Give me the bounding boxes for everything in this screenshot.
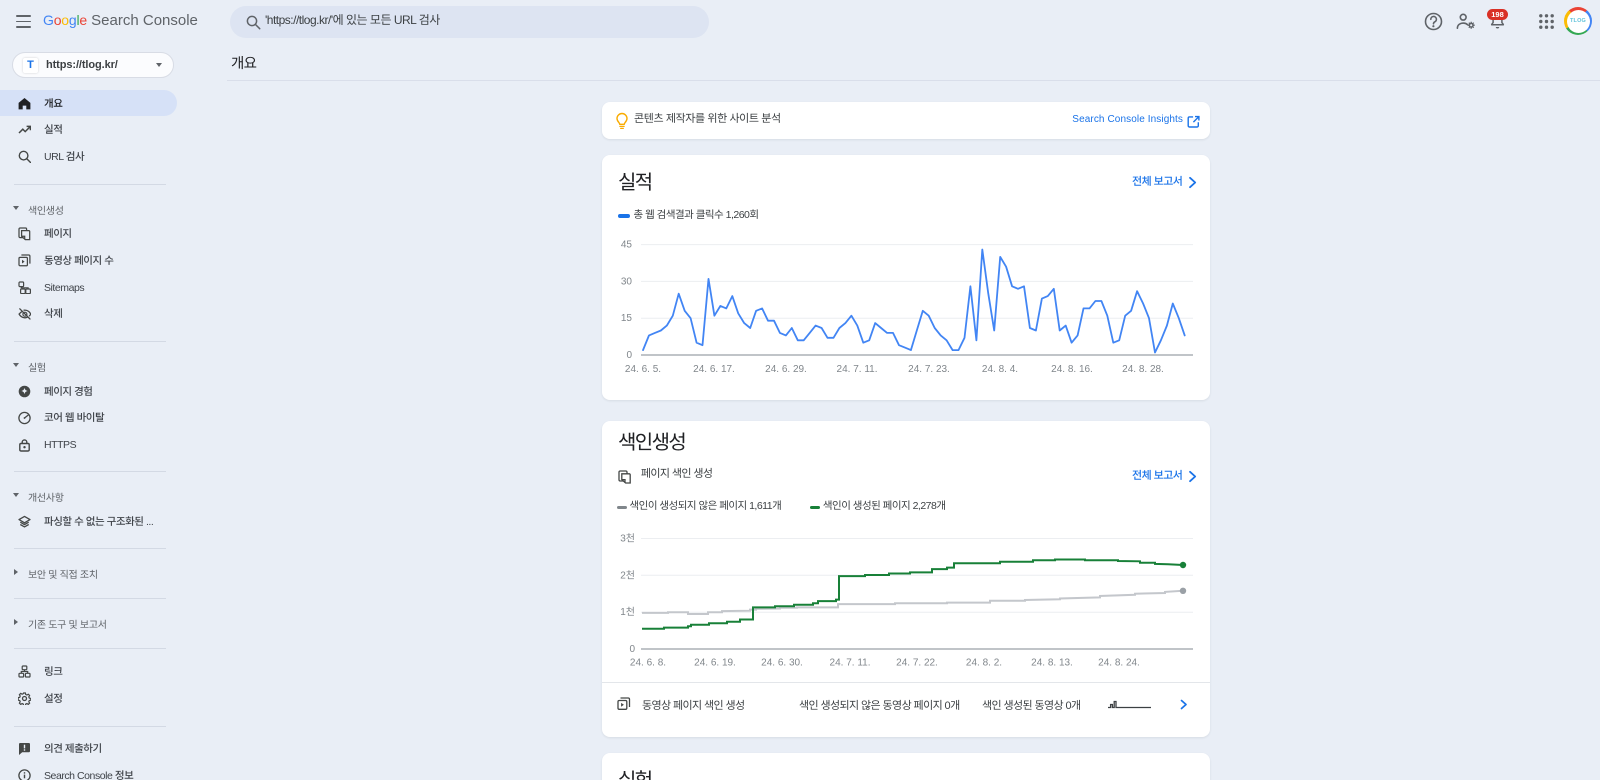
svg-text:15: 15	[621, 313, 633, 324]
svg-text:24. 8. 24.: 24. 8. 24.	[1098, 658, 1140, 669]
svg-text:24. 7. 23.: 24. 7. 23.	[908, 364, 950, 375]
svg-text:24. 6. 8.: 24. 6. 8.	[630, 658, 666, 669]
svg-text:24. 7. 11.: 24. 7. 11.	[837, 364, 878, 375]
svg-text:24. 8. 28.: 24. 8. 28.	[1122, 364, 1164, 375]
svg-text:2천: 2천	[620, 569, 635, 581]
svg-text:24. 8. 16.: 24. 8. 16.	[1051, 364, 1093, 375]
svg-text:45: 45	[621, 240, 633, 251]
svg-text:3천: 3천	[620, 533, 635, 545]
svg-text:24. 6. 19.: 24. 6. 19.	[694, 658, 736, 669]
svg-text:24. 6. 17.: 24. 6. 17.	[693, 364, 735, 375]
svg-text:24. 7. 11.: 24. 7. 11.	[830, 658, 871, 669]
svg-text:24. 8. 13.: 24. 8. 13.	[1031, 658, 1073, 669]
svg-text:24. 6. 5.: 24. 6. 5.	[625, 364, 661, 375]
svg-text:0: 0	[629, 644, 635, 655]
svg-text:1천: 1천	[620, 606, 635, 618]
svg-text:24. 8. 4.: 24. 8. 4.	[982, 364, 1018, 375]
svg-text:24. 7. 22.: 24. 7. 22.	[896, 658, 938, 669]
svg-text:24. 6. 29.: 24. 6. 29.	[765, 364, 807, 375]
svg-text:0: 0	[626, 350, 632, 361]
svg-text:24. 6. 30.: 24. 6. 30.	[761, 658, 803, 669]
svg-text:24. 8. 2.: 24. 8. 2.	[966, 658, 1002, 669]
svg-text:30: 30	[621, 276, 633, 287]
